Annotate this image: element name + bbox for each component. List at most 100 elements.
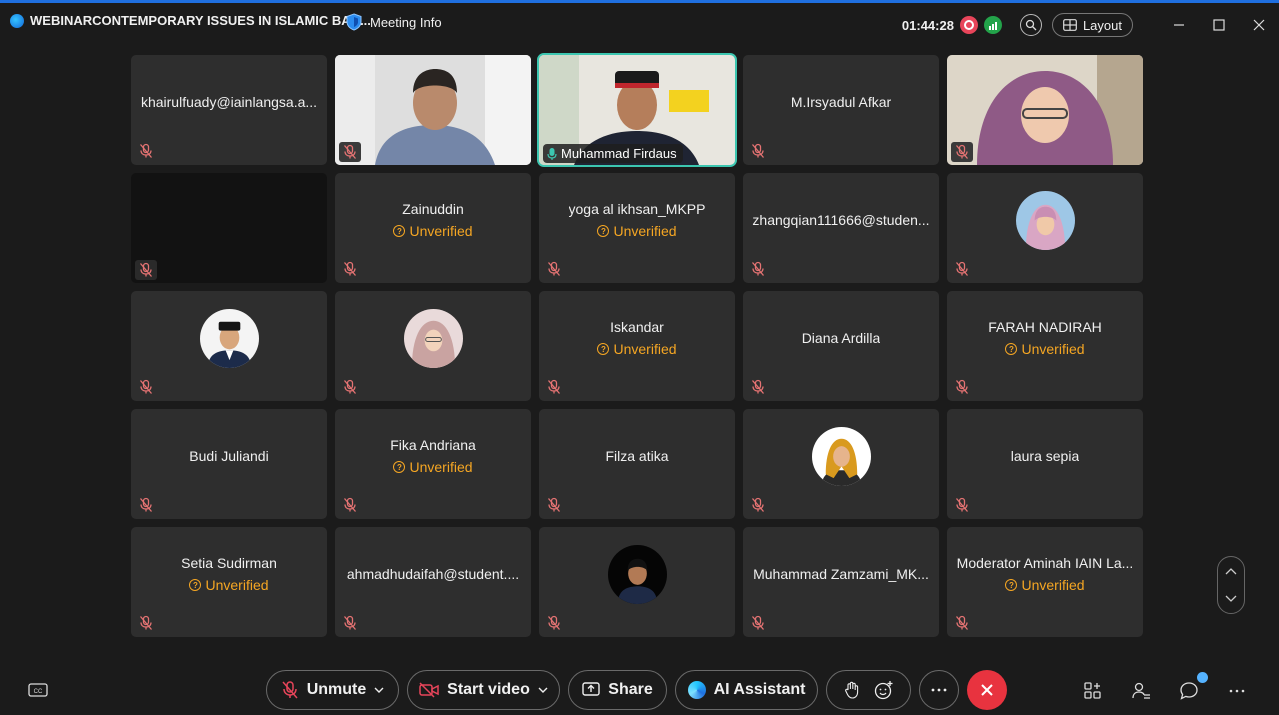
participant-name: Setia Sudirman	[181, 555, 277, 571]
start-video-button[interactable]: Start video	[407, 670, 560, 710]
webex-logo-icon	[10, 13, 24, 28]
participant-tile[interactable]	[947, 55, 1143, 165]
question-icon: ?	[1005, 343, 1018, 355]
question-icon: ?	[597, 225, 610, 237]
participant-video	[335, 55, 531, 165]
participant-tile[interactable]	[743, 409, 939, 519]
participant-tile[interactable]	[131, 173, 327, 283]
participant-name: FARAH NADIRAH	[988, 319, 1102, 335]
meeting-timer: 01:44:28	[901, 17, 954, 33]
participant-name: Fika Andriana	[390, 437, 476, 453]
close-window-button[interactable]	[1239, 9, 1279, 41]
unmute-button[interactable]: Unmute	[266, 670, 399, 710]
ellipsis-icon	[931, 688, 947, 692]
captions-icon[interactable]: CC	[27, 680, 49, 702]
mic-muted-icon	[139, 497, 155, 513]
participant-tile[interactable]	[947, 173, 1143, 283]
participant-tile[interactable]: ahmadhudaifah@student....	[335, 527, 531, 637]
unverified-label: Unverified	[1021, 577, 1085, 593]
participant-tile[interactable]: Filza atika	[539, 409, 735, 519]
maximize-button[interactable]	[1199, 9, 1239, 41]
meeting-info-label: Meeting Info	[370, 14, 442, 30]
participant-tile[interactable]	[335, 291, 531, 401]
participant-tile[interactable]	[131, 291, 327, 401]
unverified-badge: ? Unverified	[393, 223, 473, 239]
unmute-label: Unmute	[306, 681, 367, 698]
participant-video	[947, 55, 1143, 165]
chevron-down-icon[interactable]	[374, 687, 384, 693]
chat-notification-badge	[1197, 672, 1208, 683]
title-bar: WEBINARCONTEMPORARY ISSUES IN ISLAMIC BA…	[0, 0, 1279, 44]
mic-muted-icon	[751, 143, 767, 159]
svg-text:CC: CC	[34, 689, 43, 695]
participant-tile[interactable]: Moderator Aminah IAIN La...? Unverified	[947, 527, 1143, 637]
participant-name: Zainuddin	[402, 201, 464, 217]
mic-muted-icon	[951, 142, 973, 162]
participant-tile[interactable]: Budi Juliandi	[131, 409, 327, 519]
participant-name: khairulfuady@iainlangsa.a...	[140, 94, 318, 110]
reactions-group	[826, 670, 911, 710]
participant-tile[interactable]: Zainuddin ? Unverified	[335, 173, 531, 283]
unverified-label: Unverified	[1021, 341, 1085, 357]
mic-muted-icon	[343, 615, 359, 631]
participant-tile[interactable]: Muhammad Zamzami_MK...	[743, 527, 939, 637]
layout-label: Layout	[1082, 17, 1122, 33]
avatar	[607, 544, 667, 604]
unverified-label: Unverified	[613, 223, 677, 239]
participant-name: laura sepia	[1010, 448, 1080, 464]
participant-tile[interactable]: laura sepia	[947, 409, 1143, 519]
share-button[interactable]: Share	[568, 670, 667, 710]
recording-icon[interactable]	[959, 16, 978, 34]
mic-muted-icon	[547, 497, 563, 513]
more-menu-icon[interactable]	[1226, 680, 1248, 702]
video-off-icon	[419, 682, 439, 698]
network-signal-icon[interactable]	[983, 16, 1002, 34]
chevron-up-icon[interactable]	[1225, 567, 1237, 575]
meeting-info-button[interactable]: Meeting Info	[346, 13, 442, 31]
participant-name: Iskandar	[610, 319, 664, 335]
participant-tile[interactable]: Setia Sudirman? Unverified	[131, 527, 327, 637]
question-icon: ?	[189, 579, 202, 591]
participant-name: Muhammad Firdaus	[561, 146, 677, 161]
close-icon	[981, 684, 993, 696]
zoom-icon[interactable]	[1019, 14, 1042, 36]
start-video-label: Start video	[447, 681, 530, 698]
avatar	[403, 308, 463, 368]
share-screen-icon	[582, 682, 600, 696]
layout-button[interactable]: Layout	[1051, 13, 1133, 37]
mic-muted-icon	[547, 379, 563, 395]
mic-muted-icon	[547, 615, 563, 631]
apps-icon[interactable]	[1082, 680, 1104, 702]
mic-muted-icon	[955, 379, 971, 395]
participant-tile[interactable]: yoga al ikhsan_MKPP? Unverified	[539, 173, 735, 283]
participant-tile[interactable]: khairulfuady@iainlangsa.a...	[131, 55, 327, 165]
chevron-down-icon[interactable]	[538, 687, 548, 693]
raise-hand-icon[interactable]	[844, 681, 860, 699]
reaction-smiley-icon[interactable]	[874, 680, 894, 700]
mic-muted-icon	[955, 615, 971, 631]
minimize-button[interactable]	[1159, 9, 1199, 41]
participant-tile[interactable]: zhangqian111666@studen...	[743, 173, 939, 283]
participant-tile[interactable]: FARAH NADIRAH? Unverified	[947, 291, 1143, 401]
chat-icon[interactable]	[1178, 680, 1200, 702]
ai-assistant-button[interactable]: AI Assistant	[675, 670, 818, 710]
leave-meeting-button[interactable]	[967, 670, 1007, 710]
participant-name: Muhammad Zamzami_MK...	[753, 566, 929, 582]
participant-tile[interactable]	[335, 55, 531, 165]
grid-scroll-control[interactable]	[1217, 556, 1245, 614]
unverified-badge: ? Unverified	[393, 459, 473, 475]
mic-muted-icon	[343, 497, 359, 513]
mic-muted-icon	[547, 261, 563, 277]
avatar	[811, 426, 871, 486]
mic-muted-icon	[139, 379, 155, 395]
participants-icon[interactable]	[1130, 680, 1152, 702]
participant-tile[interactable]: Iskandar? Unverified	[539, 291, 735, 401]
participant-tile[interactable]: Diana Ardilla	[743, 291, 939, 401]
participant-tile[interactable]: M.Irsyadul Afkar	[743, 55, 939, 165]
more-options-button[interactable]	[919, 670, 959, 710]
participant-tile[interactable]	[539, 527, 735, 637]
mic-muted-icon	[751, 497, 767, 513]
chevron-down-icon[interactable]	[1225, 595, 1237, 603]
participant-tile[interactable]: Fika Andriana ? Unverified	[335, 409, 531, 519]
participant-tile[interactable]: Muhammad Firdaus	[537, 53, 737, 167]
